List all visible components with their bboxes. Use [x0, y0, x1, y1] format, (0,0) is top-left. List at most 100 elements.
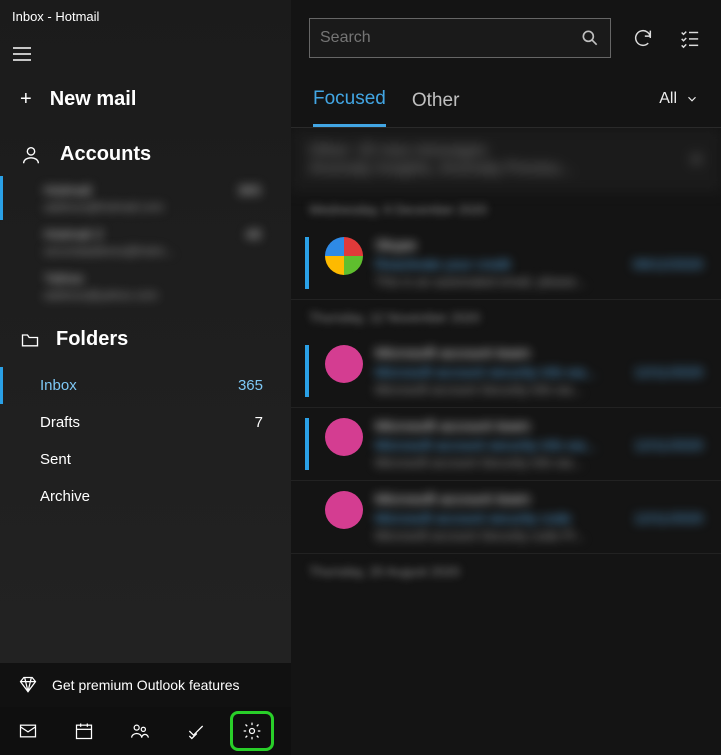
- avatar: [325, 237, 363, 275]
- top-toolbar: [291, 0, 721, 62]
- premium-button[interactable]: Get premium Outlook features: [0, 663, 291, 707]
- message-sender: Microsoft account team: [375, 491, 703, 508]
- main-pane: Focused Other All Other: 20 new messages…: [291, 0, 721, 755]
- folder-name: Inbox: [40, 377, 77, 394]
- folder-count: 7: [255, 414, 263, 431]
- account-item[interactable]: Yahoo address@yahoo.com: [0, 264, 291, 308]
- folder-archive[interactable]: Archive: [0, 478, 291, 515]
- accounts-label: Accounts: [60, 143, 151, 166]
- mail-icon: [18, 721, 38, 741]
- select-mode-button[interactable]: [675, 24, 703, 52]
- account-item[interactable]: Hotmail 365 address@hotmail.com: [0, 176, 291, 220]
- account-email: address@yahoo.com: [44, 288, 291, 302]
- folder-list: Inbox 365 Drafts 7 Sent Archive: [0, 367, 291, 515]
- checklist-icon: [678, 27, 700, 49]
- message-row[interactable]: Microsoft account team Microsoft account…: [291, 335, 721, 408]
- unread-indicator: [305, 237, 309, 289]
- avatar: [325, 345, 363, 383]
- tab-other[interactable]: Other: [412, 82, 460, 126]
- message-row[interactable]: Skype Reactivate your credit 09/12/2020 T…: [291, 227, 721, 300]
- message-preview: Microsoft account Security info wa...: [375, 455, 703, 470]
- search-icon: [580, 28, 600, 48]
- account-badge: 365: [238, 182, 261, 198]
- chevron-down-icon: [685, 92, 699, 106]
- unread-indicator: [305, 418, 309, 470]
- mail-app-button[interactable]: [6, 711, 50, 751]
- account-email: address@hotmail.com: [44, 200, 291, 214]
- plus-icon: +: [20, 88, 32, 111]
- account-email: secondaddress@hotm...: [44, 244, 291, 258]
- avatar: [325, 418, 363, 456]
- filter-dropdown[interactable]: All: [659, 90, 699, 118]
- folder-sent[interactable]: Sent: [0, 441, 291, 478]
- message-row[interactable]: Microsoft account team Microsoft account…: [291, 481, 721, 554]
- folders-label: Folders: [56, 328, 128, 351]
- new-mail-button[interactable]: + New mail: [0, 76, 291, 131]
- new-mail-label: New mail: [50, 88, 137, 111]
- menu-button[interactable]: [0, 32, 44, 76]
- premium-label: Get premium Outlook features: [52, 677, 240, 693]
- people-icon: [130, 721, 150, 741]
- folder-name: Sent: [40, 451, 71, 468]
- message-date: 12/11/2020: [634, 364, 703, 380]
- message-date: 12/11/2020: [634, 510, 703, 526]
- summary-line2: Anomaly Insights, Anomaly Previou...: [309, 160, 573, 178]
- message-sender: Microsoft account team: [375, 345, 703, 362]
- date-group-label: Thursday, 20 August 2020: [291, 554, 721, 589]
- avatar: [325, 491, 363, 529]
- calendar-app-button[interactable]: [62, 711, 106, 751]
- message-list[interactable]: Other: 20 new messages Anomaly Insights,…: [291, 128, 721, 755]
- message-preview: Microsoft account Security info wa...: [375, 382, 703, 397]
- folder-name: Archive: [40, 488, 90, 505]
- search-input[interactable]: [320, 29, 580, 47]
- account-item[interactable]: Hotmail 2 48 secondaddress@hotm...: [0, 220, 291, 264]
- todo-icon: [186, 721, 206, 741]
- message-sender: Skype: [375, 237, 703, 254]
- message-subject: Microsoft account security info wa...: [375, 437, 597, 453]
- refresh-icon: [632, 27, 654, 49]
- summary-line1: Other: 20 new messages: [309, 142, 573, 160]
- accounts-header[interactable]: Accounts: [0, 131, 291, 176]
- date-group-label: Wednesday, 9 December 2020: [291, 192, 721, 227]
- message-row[interactable]: Microsoft account team Microsoft account…: [291, 408, 721, 481]
- date-group-label: Thursday, 12 November 2020: [291, 300, 721, 335]
- tab-focused[interactable]: Focused: [313, 80, 386, 127]
- window-title: Inbox - Hotmail: [0, 0, 291, 32]
- unread-indicator: [305, 491, 309, 543]
- message-sender: Microsoft account team: [375, 418, 703, 435]
- diamond-icon: [18, 675, 38, 695]
- message-subject: Microsoft account security info wa...: [375, 364, 597, 380]
- folder-inbox[interactable]: Inbox 365: [0, 367, 291, 404]
- message-subject: Microsoft account security code: [375, 510, 571, 526]
- message-subject: Reactivate your credit: [375, 256, 510, 272]
- message-date: 12/11/2020: [634, 437, 703, 453]
- unread-indicator: [305, 345, 309, 397]
- account-name: Hotmail: [44, 182, 91, 198]
- folder-count: 365: [238, 377, 263, 394]
- todo-app-button[interactable]: [174, 711, 218, 751]
- app-switcher: [0, 707, 291, 755]
- calendar-icon: [74, 721, 94, 741]
- account-badge: 48: [245, 226, 261, 242]
- folder-drafts[interactable]: Drafts 7: [0, 404, 291, 441]
- sidebar: Inbox - Hotmail + New mail Accounts Hotm…: [0, 0, 291, 755]
- sync-button[interactable]: [629, 24, 657, 52]
- hamburger-icon: [11, 43, 33, 65]
- message-preview: Microsoft account Security code Pl...: [375, 528, 703, 543]
- folder-name: Drafts: [40, 414, 80, 431]
- people-app-button[interactable]: [118, 711, 162, 751]
- message-date: 09/12/2020: [633, 256, 703, 272]
- settings-button[interactable]: [230, 711, 274, 751]
- folders-header[interactable]: Folders: [0, 308, 291, 359]
- account-name: Hotmail 2: [44, 226, 103, 242]
- folder-icon: [20, 330, 40, 350]
- account-name: Yahoo: [44, 270, 83, 286]
- search-box[interactable]: [309, 18, 611, 58]
- close-icon[interactable]: ✕: [690, 150, 703, 170]
- other-summary[interactable]: Other: 20 new messages Anomaly Insights,…: [291, 128, 721, 192]
- filter-label: All: [659, 90, 677, 108]
- inbox-tabs: Focused Other All: [291, 62, 721, 128]
- message-preview: This is an automated email, please...: [375, 274, 703, 289]
- gear-icon: [242, 721, 262, 741]
- person-icon: [20, 144, 42, 166]
